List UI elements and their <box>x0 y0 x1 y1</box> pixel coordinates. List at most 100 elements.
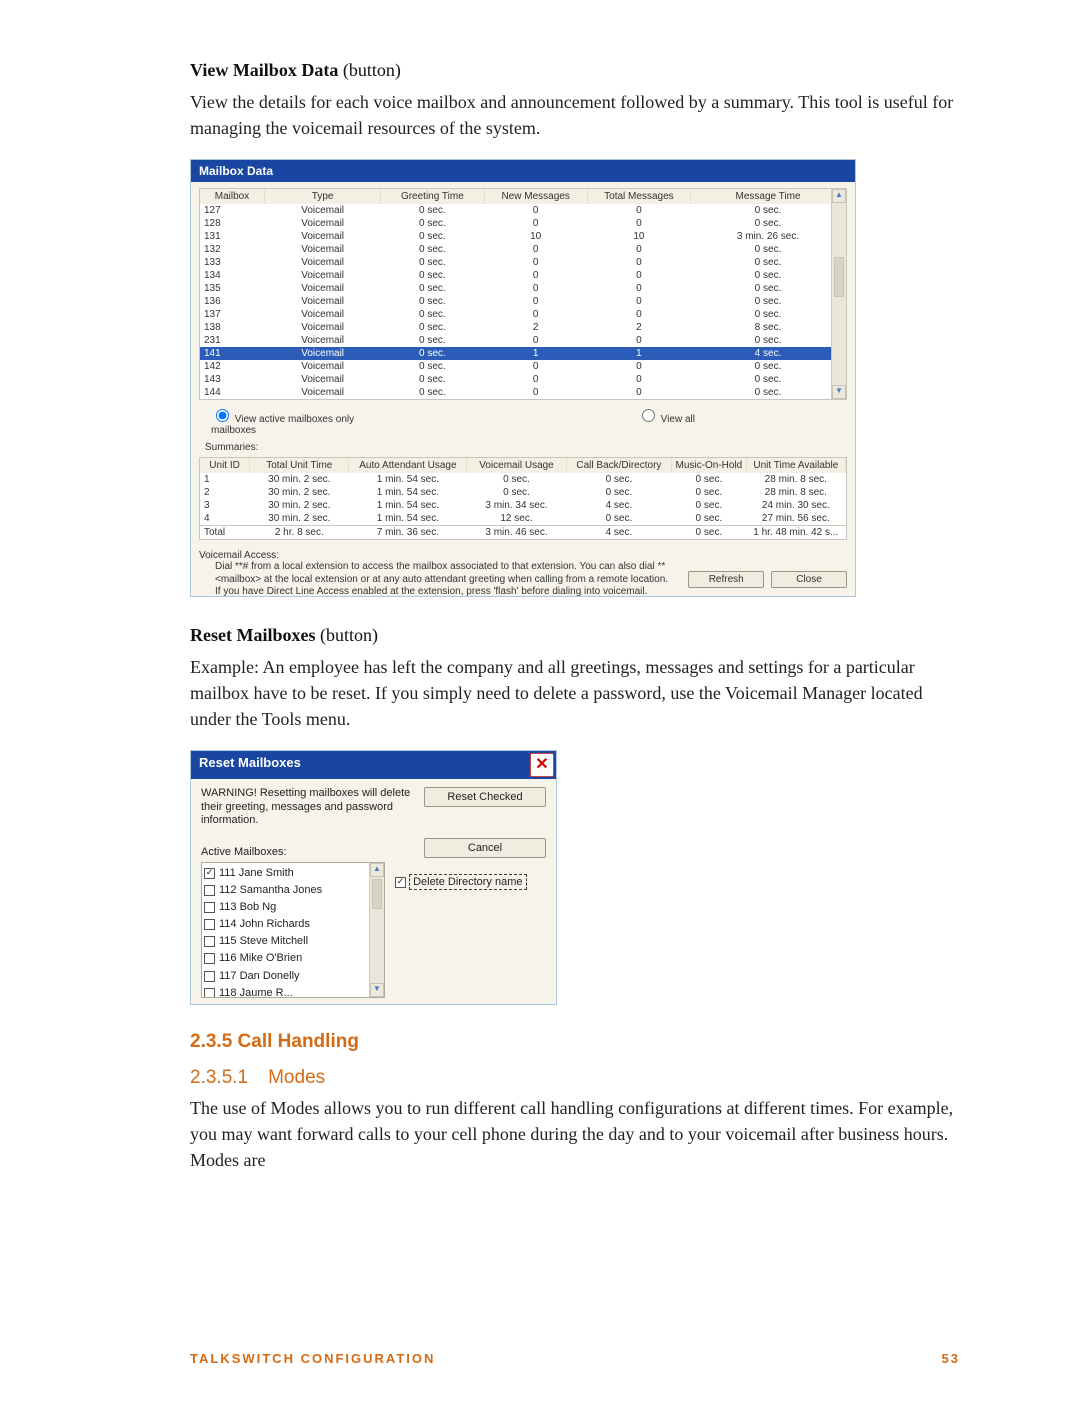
col-greeting-time[interactable]: Greeting Time <box>381 189 484 204</box>
list-item[interactable]: 117 Dan Donelly <box>204 968 382 985</box>
scroll-up-icon[interactable]: ▲ <box>832 189 846 203</box>
cell: 30 min. 2 sec. <box>250 512 349 526</box>
close-icon[interactable]: ✕ <box>530 753 554 777</box>
sum-col-vm[interactable]: Voicemail Usage <box>467 458 566 473</box>
cell: 0 sec. <box>467 486 566 499</box>
list-item[interactable]: 111 Jane Smith <box>204 865 382 882</box>
mailbox-checkbox[interactable] <box>204 971 215 982</box>
table-row[interactable]: 231Voicemail0 sec.000 sec. <box>200 334 846 347</box>
cell: 0 sec. <box>691 386 846 399</box>
cell: 0 <box>484 373 587 386</box>
sum-col-unit[interactable]: Unit ID <box>200 458 250 473</box>
list-item[interactable]: 112 Samantha Jones <box>204 882 382 899</box>
view-mailbox-description: View the details for each voice mailbox … <box>190 89 960 141</box>
cell: 136 <box>200 295 265 308</box>
reset-checked-button[interactable]: Reset Checked <box>424 787 546 807</box>
table-row[interactable]: 137Voicemail0 sec.000 sec. <box>200 308 846 321</box>
mailbox-checkbox[interactable] <box>204 902 215 913</box>
table-row[interactable]: 141Voicemail0 sec.114 sec. <box>200 347 846 360</box>
sum-col-moh[interactable]: Music-On-Hold <box>672 458 746 473</box>
col-total-messages[interactable]: Total Messages <box>587 189 690 204</box>
table-row[interactable]: 430 min. 2 sec.1 min. 54 sec.12 sec.0 se… <box>200 512 846 526</box>
list-item[interactable]: 116 Mike O'Brien <box>204 950 382 967</box>
cell: Voicemail <box>265 269 381 282</box>
summaries-table: Unit ID Total Unit Time Auto Attendant U… <box>199 457 847 540</box>
table-row[interactable]: 138Voicemail0 sec.228 sec. <box>200 321 846 334</box>
cell: 0 <box>587 360 690 373</box>
section-2-3-5-1-heading: 2.3.5.1Modes <box>190 1067 960 1089</box>
radio-view-active-label: View active mailboxes only <box>235 414 354 425</box>
cell: 0 sec. <box>566 512 672 526</box>
cell: 1 <box>484 347 587 360</box>
mailbox-list-label: 116 Mike O'Brien <box>219 950 302 967</box>
table-row[interactable]: 128Voicemail0 sec.000 sec. <box>200 217 846 230</box>
radio-view-active[interactable] <box>216 409 229 422</box>
col-message-time[interactable]: Message Time <box>691 189 846 204</box>
col-mailbox[interactable]: Mailbox <box>200 189 265 204</box>
table-row[interactable]: 127Voicemail0 sec.000 sec. <box>200 204 846 217</box>
table-row[interactable]: 134Voicemail0 sec.000 sec. <box>200 269 846 282</box>
col-new-messages[interactable]: New Messages <box>484 189 587 204</box>
table-row[interactable]: 135Voicemail0 sec.000 sec. <box>200 282 846 295</box>
sum-col-cb[interactable]: Call Back/Directory <box>566 458 672 473</box>
cell: Voicemail <box>265 321 381 334</box>
reset-list-scrollbar[interactable]: ▲ ▼ <box>369 863 384 997</box>
col-type[interactable]: Type <box>265 189 381 204</box>
view-mailbox-heading-paren: (button) <box>338 60 401 80</box>
cell: 131 <box>200 230 265 243</box>
table-row[interactable]: 330 min. 2 sec.1 min. 54 sec.3 min. 34 s… <box>200 499 846 512</box>
mailbox-checkbox[interactable] <box>204 868 215 879</box>
cell: 4 sec. <box>566 499 672 512</box>
cell: 0 <box>484 282 587 295</box>
cell: 3 min. 34 sec. <box>467 499 566 512</box>
cell: 0 <box>587 373 690 386</box>
list-item[interactable]: 113 Bob Ng <box>204 899 382 916</box>
list-item[interactable]: 115 Steve Mitchell <box>204 933 382 950</box>
list-item[interactable]: 118 Jaume R... <box>204 985 382 999</box>
mailbox-checkbox[interactable] <box>204 988 215 999</box>
cell: 10 <box>587 230 690 243</box>
table-row[interactable]: 136Voicemail0 sec.000 sec. <box>200 295 846 308</box>
table-row[interactable]: 130 min. 2 sec.1 min. 54 sec.0 sec.0 sec… <box>200 473 846 486</box>
active-mailboxes-list[interactable]: 111 Jane Smith112 Samantha Jones113 Bob … <box>201 862 385 998</box>
close-button[interactable]: Close <box>771 571 847 588</box>
radio-view-all[interactable] <box>642 409 655 422</box>
scroll-up-icon[interactable]: ▲ <box>370 863 384 877</box>
table-row[interactable]: 143Voicemail0 sec.000 sec. <box>200 373 846 386</box>
scroll-down-icon[interactable]: ▼ <box>370 983 384 997</box>
scroll-down-icon[interactable]: ▼ <box>832 385 846 399</box>
list-item[interactable]: 114 John Richards <box>204 916 382 933</box>
table-row[interactable]: 132Voicemail0 sec.000 sec. <box>200 243 846 256</box>
cell: Voicemail <box>265 295 381 308</box>
delete-directory-checkbox[interactable] <box>395 877 406 888</box>
mailbox-checkbox[interactable] <box>204 953 215 964</box>
cell: 2 hr. 8 sec. <box>250 526 349 540</box>
table-row[interactable]: 142Voicemail0 sec.000 sec. <box>200 360 846 373</box>
mailbox-data-panel: Mailbox Data Mailbox Type Greeting Time … <box>190 159 856 597</box>
cell: 0 sec. <box>381 282 484 295</box>
table-row[interactable]: 144Voicemail0 sec.000 sec. <box>200 386 846 399</box>
delete-directory-label[interactable]: Delete Directory name <box>409 874 526 890</box>
scroll-thumb[interactable] <box>834 257 844 297</box>
reset-panel-title: Reset Mailboxes <box>191 751 528 779</box>
refresh-button[interactable]: Refresh <box>688 571 764 588</box>
mailbox-checkbox[interactable] <box>204 936 215 947</box>
table-row[interactable]: 133Voicemail0 sec.000 sec. <box>200 256 846 269</box>
sum-col-total-time[interactable]: Total Unit Time <box>250 458 349 473</box>
table-row[interactable]: 230 min. 2 sec.1 min. 54 sec.0 sec.0 sec… <box>200 486 846 499</box>
cell: Voicemail <box>265 360 381 373</box>
scroll-thumb[interactable] <box>372 879 382 909</box>
mailbox-scrollbar[interactable]: ▲ ▼ <box>831 189 846 399</box>
voicemail-access-line3: If you have Direct Line Access enabled a… <box>215 586 847 599</box>
sum-col-avail[interactable]: Unit Time Available <box>746 458 845 473</box>
reset-mailboxes-panel: Reset Mailboxes ✕ WARNING! Resetting mai… <box>190 750 557 1005</box>
sum-col-aa[interactable]: Auto Attendant Usage <box>349 458 467 473</box>
cell: Voicemail <box>265 386 381 399</box>
cell: 0 sec. <box>566 486 672 499</box>
cell: 0 sec. <box>381 243 484 256</box>
table-row[interactable]: 131Voicemail0 sec.10103 min. 26 sec. <box>200 230 846 243</box>
mailbox-checkbox[interactable] <box>204 919 215 930</box>
cancel-button[interactable]: Cancel <box>424 838 546 858</box>
mailbox-checkbox[interactable] <box>204 885 215 896</box>
cell: Voicemail <box>265 204 381 217</box>
